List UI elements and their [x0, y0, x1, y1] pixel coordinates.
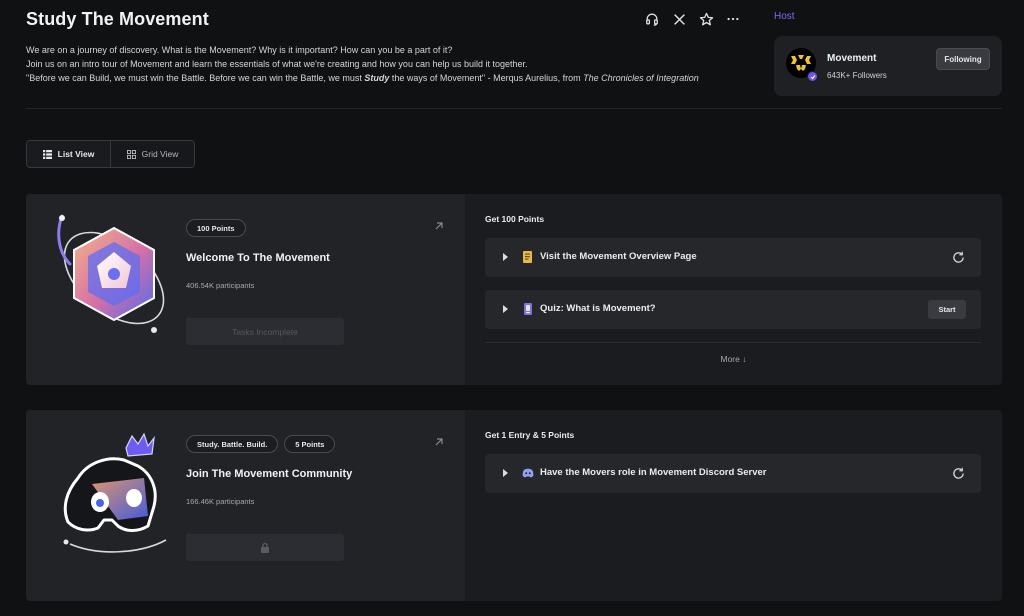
star-icon[interactable]	[698, 11, 714, 27]
verified-badge-icon	[807, 71, 818, 82]
reward-label: Get 1 Entry & 5 Points	[485, 430, 575, 440]
grid-view-label: Grid View	[141, 149, 179, 159]
locked-claim-button[interactable]	[186, 534, 344, 561]
task-label: Visit the Movement Overview Page	[540, 251, 697, 262]
page-description: We are on a journey of discovery. What i…	[26, 43, 746, 85]
task-row[interactable]: Quiz: What is Movement? Start	[485, 290, 981, 329]
headset-icon[interactable]	[644, 11, 660, 27]
page-actions	[644, 11, 741, 27]
quiz-icon	[524, 303, 532, 315]
host-followers: 643K+ Followers	[827, 71, 887, 80]
movement-badge-art-icon	[57, 214, 165, 333]
quest-card: Study. Battle. Build. 5 Points Join The …	[26, 410, 1002, 601]
grid-view-button[interactable]: Grid View	[110, 141, 194, 167]
quest-title[interactable]: Join The Movement Community	[186, 468, 352, 480]
lock-icon	[261, 542, 269, 553]
quest-badges: Study. Battle. Build. 5 Points	[186, 435, 336, 453]
description-quote: "Before we can Build, we must win the Ba…	[26, 73, 699, 83]
view-toggle: List View Grid View	[26, 140, 195, 168]
tagline-badge: Study. Battle. Build.	[186, 435, 279, 453]
discord-community-art-icon	[63, 432, 167, 553]
more-icon[interactable]	[725, 11, 741, 27]
host-name[interactable]: Movement	[827, 53, 876, 64]
movement-logo-icon	[791, 55, 811, 71]
list-icon	[42, 149, 52, 159]
page-title: Study The Movement	[26, 9, 209, 29]
quest-title[interactable]: Welcome To The Movement	[186, 252, 330, 264]
description-line-1: We are on a journey of discovery. What i…	[26, 45, 453, 55]
host-label: Host	[774, 11, 795, 22]
grid-icon	[126, 149, 136, 159]
refresh-icon[interactable]	[952, 467, 965, 480]
quest-card: 100 Points Welcome To The Movement 406.5…	[26, 194, 1002, 385]
expand-caret-icon[interactable]	[503, 305, 508, 313]
quest-summary[interactable]: 100 Points Welcome To The Movement 406.5…	[26, 194, 465, 385]
task-label: Quiz: What is Movement?	[540, 303, 656, 314]
quest-tasks: Get 1 Entry & 5 Points Have the Movers r…	[465, 410, 1002, 601]
quest-participants: 166.46K participants	[186, 497, 255, 506]
quest-badges: 100 Points	[186, 219, 246, 237]
tasks-incomplete-button[interactable]: Tasks Incomplete	[186, 318, 344, 345]
external-link-icon[interactable]	[433, 220, 445, 232]
x-logo-icon[interactable]	[671, 11, 687, 27]
task-row[interactable]: Visit the Movement Overview Page	[485, 238, 981, 277]
quest-summary[interactable]: Study. Battle. Build. 5 Points Join The …	[26, 410, 465, 601]
more-button[interactable]: More ↓	[465, 354, 1002, 364]
task-label: Have the Movers role in Movement Discord…	[540, 467, 767, 478]
quest-participants: 406.54K participants	[186, 281, 255, 290]
following-button[interactable]: Following	[936, 48, 990, 70]
document-icon	[523, 251, 532, 263]
expand-caret-icon[interactable]	[503, 469, 508, 477]
quest-tasks: Get 100 Points Visit the Movement Overvi…	[465, 194, 1002, 385]
host-card[interactable]: Movement 643K+ Followers Following	[774, 36, 1002, 96]
refresh-icon[interactable]	[952, 251, 965, 264]
task-row[interactable]: Have the Movers role in Movement Discord…	[485, 454, 981, 493]
discord-icon	[522, 468, 534, 478]
expand-caret-icon[interactable]	[503, 253, 508, 261]
list-view-button[interactable]: List View	[27, 141, 110, 167]
external-link-icon[interactable]	[433, 436, 445, 448]
points-badge: 100 Points	[186, 219, 246, 237]
points-badge: 5 Points	[284, 435, 336, 453]
start-button[interactable]: Start	[928, 300, 966, 319]
header-divider	[26, 108, 1002, 109]
description-line-2: Join us on an intro tour of Movement and…	[26, 59, 528, 69]
reward-label: Get 100 Points	[485, 214, 545, 224]
more-divider	[485, 342, 981, 343]
list-view-label: List View	[57, 149, 95, 159]
